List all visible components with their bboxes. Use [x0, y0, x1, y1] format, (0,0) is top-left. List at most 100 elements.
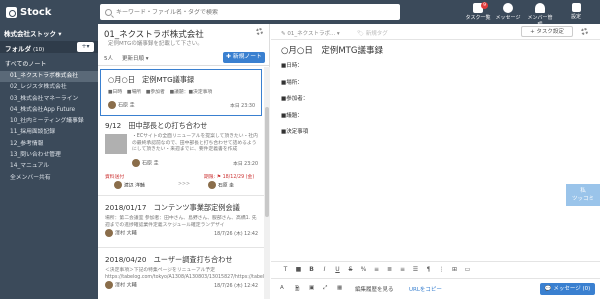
messages-button[interactable]: メッセージ — [494, 2, 522, 22]
note-footer: 澤村 大輔 18/7/26 (木) 12:42 — [98, 279, 264, 291]
note-author: 澤村 大輔 — [105, 229, 137, 237]
editor-panel: ✎ 01_ネクストラボ... ▾ 🏷 新規タグ + タスク設定 ○月○日 定例M… — [271, 24, 600, 299]
new-note-button[interactable]: ✚ 新規ノート — [223, 52, 265, 63]
font-size-button[interactable]: T — [279, 266, 292, 273]
members-button[interactable]: メンバー管理 — [526, 2, 554, 28]
folder-item-interviews[interactable]: 11_採用面談記録 — [0, 127, 98, 138]
bold-button[interactable]: B — [305, 266, 318, 273]
align-right-button[interactable]: ≡ — [396, 266, 409, 273]
app-logo[interactable]: Stock — [6, 4, 51, 20]
body-line: ■日時： — [281, 63, 303, 69]
folder-item-inquiries[interactable]: 13_問い合わせ管理 — [0, 150, 98, 161]
edit-history-link[interactable]: 編集履歴を見る — [355, 285, 394, 293]
folder-item-regista[interactable]: 02_レジスタ株式会社 — [0, 82, 98, 93]
attach-file-icon[interactable]: 🗎 — [295, 285, 299, 294]
folder-breadcrumb[interactable]: ✎ 01_ネクストラボ... ▾ — [281, 29, 340, 37]
folder-item-internal-meetings[interactable]: 10_社内ミーティング議事録 — [0, 116, 98, 127]
horizontal-rule-button[interactable]: ▭ — [461, 266, 474, 273]
note-footer: 澤村 大輔 18/7/26 (木) 12:42 — [98, 227, 264, 239]
sort-dropdown[interactable]: 更新日順 ▾ — [122, 54, 149, 62]
underline-button[interactable]: U — [331, 266, 344, 273]
note-list-scrollbar[interactable] — [264, 67, 270, 299]
folder-item-moneyline[interactable]: 03_株式会社マネーライン — [0, 94, 98, 105]
body-line: ■参加者： — [281, 96, 309, 102]
task-due-label: 期限: — [204, 175, 216, 180]
note-excerpt: ■日時 ■場所 ■参加者 ■議題：■決定事項 — [108, 90, 213, 95]
strikethrough-button[interactable]: S — [344, 266, 357, 273]
note-card[interactable]: 9/12 田中部長との打ち合わせ ・ECサイトの全面リニューアルを提案して頂きた… — [98, 116, 264, 196]
comment-side-tab[interactable]: 私 ツッコミ — [566, 184, 600, 206]
tasks-button[interactable]: 9 タスク一覧 — [464, 2, 492, 22]
task-owner: 石原 圭 — [208, 181, 234, 189]
body-line: ■決定事項 — [281, 129, 309, 135]
note-settings-icon[interactable] — [581, 28, 588, 35]
task-due: 期限: ⚑ 18/12/29 (金) — [204, 175, 255, 180]
search-bar[interactable] — [100, 4, 400, 20]
author-name: 澤村 大輔 — [115, 230, 137, 237]
note-author: 石原 圭 — [132, 159, 159, 167]
link-button[interactable]: % — [357, 266, 370, 273]
bullet-list-button[interactable]: ☰ — [409, 266, 422, 273]
settings-button[interactable]: 設定 — [562, 2, 590, 22]
settings-label: 設定 — [570, 14, 581, 20]
align-left-button[interactable]: ≡ — [370, 266, 383, 273]
folder-item-manual[interactable]: 14_マニュアル — [0, 161, 98, 172]
task-due-date: 18/12/29 (金) — [222, 175, 255, 180]
logo-icon — [6, 6, 17, 18]
editor-footer: A 🗎 ▣ ⤢ ▦ 編集履歴を見る URLをコピー 💬 メッセージ (0) — [271, 278, 600, 299]
task-setting-button[interactable]: + タスク設定 — [521, 26, 573, 37]
chat-icon — [503, 3, 513, 13]
note-title-field[interactable]: ○月○日 定例MTG議事録 — [281, 44, 383, 56]
italic-button[interactable]: I — [318, 266, 331, 273]
member-count[interactable]: 5人 — [104, 54, 113, 62]
text-color-button[interactable]: ■ — [292, 266, 305, 273]
editor-toolbar: ✎ 01_ネクストラボ... ▾ 🏷 新規タグ + タスク設定 — [271, 24, 600, 40]
note-card[interactable]: ○月○日 定例MTG議事録 ■日時 ■場所 ■参加者 ■議題：■決定事項 石原 … — [100, 69, 262, 116]
add-folder-button[interactable]: +▾ — [77, 42, 94, 52]
note-body[interactable]: ■日時： ■場所： ■参加者： ■議題： ■決定事項 — [281, 61, 308, 144]
settings-icon — [571, 3, 581, 12]
author-name: 石原 圭 — [142, 160, 159, 167]
messages-label: メッセージ — [495, 15, 521, 21]
note-date: 18/7/26 (木) 12:42 — [214, 284, 258, 289]
folder-item-reference[interactable]: 12_参考情報 — [0, 139, 98, 150]
indent-button[interactable]: ⋮ — [435, 266, 448, 273]
search-input[interactable] — [116, 8, 386, 16]
table-button[interactable]: ⊞ — [448, 266, 461, 273]
note-footer: 石原 圭 本日 23:30 — [101, 99, 261, 111]
task-people: 渡辺 洋輔 >>> 石原 圭 — [98, 181, 264, 190]
note-card[interactable]: 2018/01/17 コンテンツ事業部定例会議 場所：第二会議室 参加者：田中さ… — [98, 196, 264, 248]
note-card[interactable]: 2018/04/20 ユーザー調査打ち合わせ ＜決定事項＞下記の特集ページをリニ… — [98, 248, 264, 299]
all-notes-link[interactable]: すべてのノート — [5, 59, 46, 68]
assignee-name: 渡辺 洋輔 — [124, 183, 145, 189]
avatar — [208, 181, 216, 189]
numbered-list-button[interactable]: ¶ — [422, 266, 435, 273]
align-center-button[interactable]: ≣ — [383, 266, 396, 273]
image-icon[interactable]: ▣ — [309, 285, 314, 291]
folder-item-nextlab[interactable]: 01_ネクストラボ株式会社 — [0, 71, 98, 83]
scrollbar-thumb[interactable] — [265, 107, 269, 217]
tag-placeholder: 新規タグ — [365, 31, 388, 37]
task-row[interactable]: 資料送付 期限: ⚑ 18/12/29 (金) — [98, 172, 264, 181]
body-line: ■場所： — [281, 79, 303, 86]
note-title: ○月○日 定例MTG議事録 — [108, 75, 195, 84]
stock-selector[interactable]: 株式会社ストック ▾ — [4, 28, 62, 38]
note-list: ○月○日 定例MTG議事録 ■日時 ■場所 ■参加者 ■議題：■決定事項 石原 … — [98, 67, 264, 299]
copy-url-link[interactable]: URLをコピー — [409, 285, 442, 293]
note-author: 澤村 大輔 — [105, 281, 137, 289]
note-thumbnail — [105, 134, 127, 154]
folder-item-appfuture[interactable]: 04_株式会社App Future — [0, 105, 98, 116]
folder-item-shared[interactable]: 全メンバー共有 — [0, 173, 98, 184]
text-style-icon[interactable]: A — [280, 285, 284, 291]
avatar — [105, 229, 113, 237]
members-icon — [535, 3, 545, 13]
tag-input[interactable]: 🏷 新規タグ — [357, 29, 388, 37]
folder-description[interactable]: 定例MTGの議事録を記載して下さい。 — [108, 39, 203, 47]
expand-icon[interactable]: ⤢ — [323, 285, 327, 292]
folder-label: フォルダ — [5, 45, 31, 53]
note-excerpt: ＜決定事項＞下記の特集ページをリニューアル予定https://tabelog.c… — [105, 268, 264, 279]
folder-settings-icon[interactable] — [256, 28, 263, 35]
message-button[interactable]: 💬 メッセージ (0) — [540, 283, 595, 295]
arrow-icon: >>> — [178, 182, 191, 187]
more-icon[interactable]: ▦ — [337, 285, 342, 291]
